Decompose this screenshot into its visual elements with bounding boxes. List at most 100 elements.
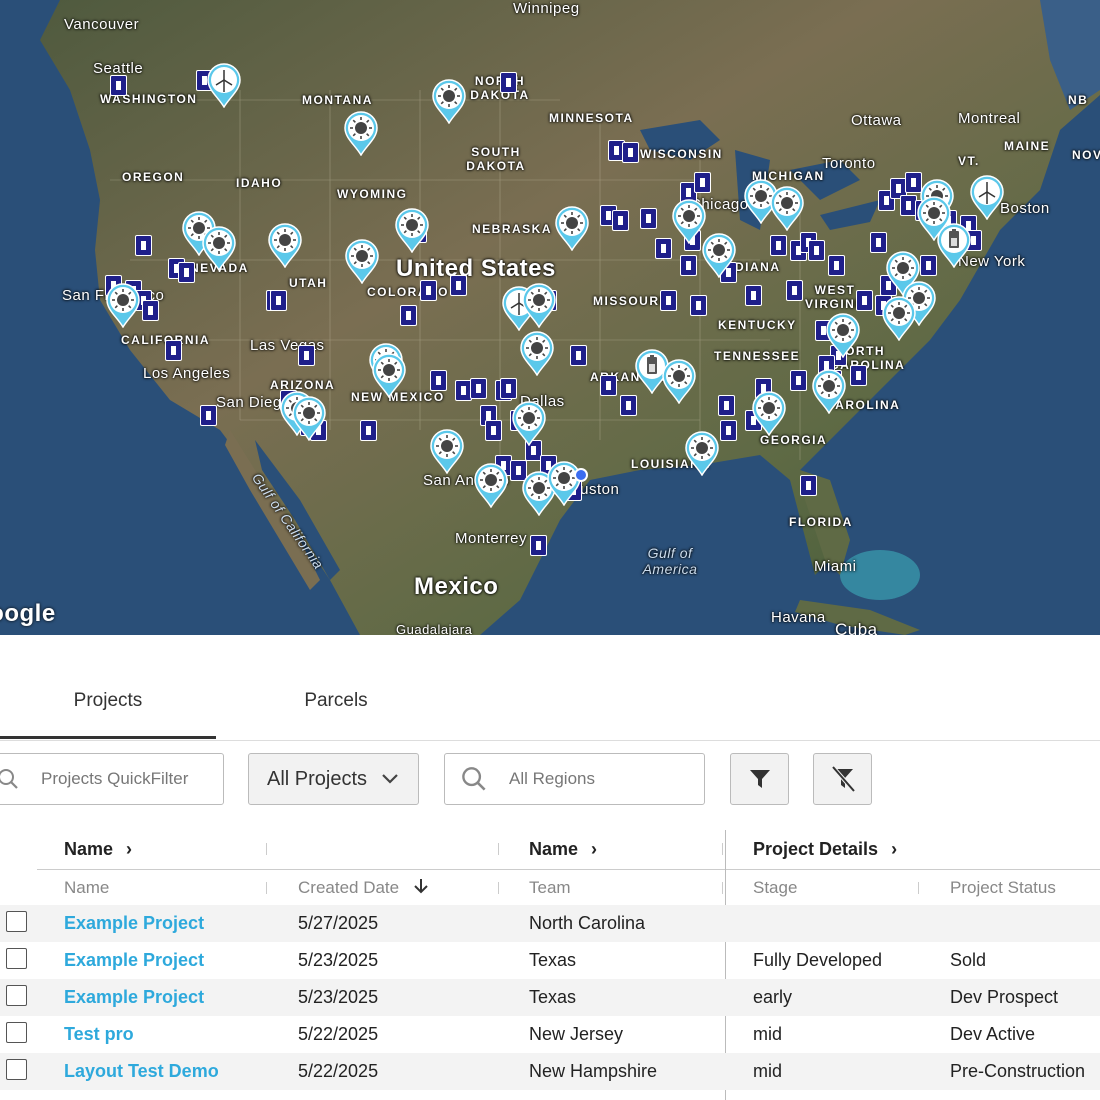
building-marker-icon[interactable] <box>420 280 437 301</box>
column-resize-handle[interactable] <box>722 843 723 855</box>
building-marker-icon[interactable] <box>200 405 217 426</box>
row-checkbox[interactable] <box>6 948 27 969</box>
column-header-created-date[interactable]: Created Date <box>298 878 428 899</box>
solar-pin-icon[interactable] <box>545 460 583 507</box>
solar-pin-icon[interactable] <box>660 358 698 405</box>
solar-pin-icon[interactable] <box>700 232 738 279</box>
column-resize-handle[interactable] <box>918 882 919 894</box>
building-marker-icon[interactable] <box>360 420 377 441</box>
building-marker-icon[interactable] <box>500 72 517 93</box>
solar-pin-icon[interactable] <box>343 238 381 285</box>
solar-pin-icon[interactable] <box>750 390 788 437</box>
regions-filter[interactable] <box>444 753 705 805</box>
column-resize-handle[interactable] <box>498 882 499 894</box>
filter-button[interactable] <box>730 753 789 805</box>
solar-pin-icon[interactable] <box>824 312 862 359</box>
building-marker-icon[interactable] <box>298 345 315 366</box>
column-resize-handle[interactable] <box>266 843 267 855</box>
battery-pin-icon[interactable] <box>935 222 973 269</box>
building-marker-icon[interactable] <box>690 295 707 316</box>
clear-filter-button[interactable] <box>813 753 872 805</box>
building-marker-icon[interactable] <box>178 262 195 283</box>
row-checkbox[interactable] <box>6 1059 27 1080</box>
solar-pin-icon[interactable] <box>510 400 548 447</box>
solar-pin-icon[interactable] <box>520 282 558 329</box>
row-checkbox[interactable] <box>6 985 27 1006</box>
wind-pin-icon[interactable] <box>205 62 243 109</box>
projects-quickfilter[interactable] <box>0 753 224 805</box>
project-map[interactable]: Vancouver Winnipeg Seattle WASHINGTON MO… <box>0 0 1100 635</box>
group-header-name-2[interactable]: Name › <box>529 839 597 860</box>
solar-pin-icon[interactable] <box>472 462 510 509</box>
table-row[interactable]: Layout Test Demo 5/22/2025 New Hampshire… <box>0 1053 1100 1090</box>
column-header-name[interactable]: Name <box>64 878 109 898</box>
building-marker-icon[interactable] <box>786 280 803 301</box>
column-header-project-status[interactable]: Project Status <box>950 878 1056 898</box>
table-row[interactable]: Test pro 5/22/2025 New Jersey mid Dev Ac… <box>0 1016 1100 1053</box>
solar-pin-icon[interactable] <box>104 282 142 329</box>
solar-pin-icon[interactable] <box>342 110 380 157</box>
solar-pin-icon[interactable] <box>768 185 806 232</box>
building-marker-icon[interactable] <box>430 370 447 391</box>
table-row[interactable]: Example Project 5/23/2025 Texas early De… <box>0 979 1100 1016</box>
solar-pin-icon[interactable] <box>428 428 466 475</box>
building-marker-icon[interactable] <box>694 172 711 193</box>
building-marker-icon[interactable] <box>808 240 825 261</box>
row-checkbox[interactable] <box>6 1022 27 1043</box>
solar-pin-icon[interactable] <box>553 205 591 252</box>
project-name-link[interactable]: Example Project <box>64 987 204 1008</box>
column-header-stage[interactable]: Stage <box>753 878 797 898</box>
building-marker-icon[interactable] <box>622 142 639 163</box>
building-marker-icon[interactable] <box>600 375 617 396</box>
building-marker-icon[interactable] <box>720 420 737 441</box>
solar-pin-icon[interactable] <box>200 225 238 272</box>
building-marker-icon[interactable] <box>400 305 417 326</box>
building-marker-icon[interactable] <box>718 395 735 416</box>
column-header-team[interactable]: Team <box>529 878 571 898</box>
solar-pin-icon[interactable] <box>266 222 304 269</box>
building-marker-icon[interactable] <box>790 370 807 391</box>
building-marker-icon[interactable] <box>850 365 867 386</box>
quickfilter-input[interactable] <box>39 768 213 790</box>
column-resize-handle[interactable] <box>266 882 267 894</box>
building-marker-icon[interactable] <box>770 235 787 256</box>
building-marker-icon[interactable] <box>640 208 657 229</box>
column-resize-handle[interactable] <box>722 882 723 894</box>
row-checkbox[interactable] <box>6 911 27 932</box>
solar-pin-icon[interactable] <box>430 78 468 125</box>
building-marker-icon[interactable] <box>142 300 159 321</box>
tab-parcels[interactable]: Parcels <box>300 690 372 712</box>
wind-pin-icon[interactable] <box>968 174 1006 221</box>
building-marker-icon[interactable] <box>620 395 637 416</box>
table-row[interactable]: Example Project 5/27/2025 North Carolina <box>0 905 1100 942</box>
column-resize-handle[interactable] <box>498 843 499 855</box>
regions-input[interactable] <box>507 768 681 790</box>
building-marker-icon[interactable] <box>745 285 762 306</box>
project-name-link[interactable]: Example Project <box>64 913 204 934</box>
building-marker-icon[interactable] <box>485 420 502 441</box>
building-marker-icon[interactable] <box>570 345 587 366</box>
project-name-link[interactable]: Test pro <box>64 1024 134 1045</box>
building-marker-icon[interactable] <box>530 535 547 556</box>
solar-pin-icon[interactable] <box>683 430 721 477</box>
table-row[interactable]: Example Project 5/23/2025 Texas Fully De… <box>0 942 1100 979</box>
building-marker-icon[interactable] <box>270 290 287 311</box>
group-header-project-details[interactable]: Project Details › <box>753 839 897 860</box>
solar-pin-icon[interactable] <box>393 207 431 254</box>
solar-pin-icon[interactable] <box>290 395 328 442</box>
solar-pin-icon[interactable] <box>518 330 556 377</box>
solar-pin-icon[interactable] <box>880 295 918 342</box>
solar-pin-icon[interactable] <box>810 368 848 415</box>
building-marker-icon[interactable] <box>800 475 817 496</box>
solar-pin-icon[interactable] <box>370 352 408 399</box>
building-marker-icon[interactable] <box>470 378 487 399</box>
building-marker-icon[interactable] <box>612 210 629 231</box>
building-marker-icon[interactable] <box>110 75 127 96</box>
project-name-link[interactable]: Example Project <box>64 950 204 971</box>
building-marker-icon[interactable] <box>856 290 873 311</box>
building-marker-icon[interactable] <box>450 275 467 296</box>
building-marker-icon[interactable] <box>828 255 845 276</box>
tab-projects[interactable]: Projects <box>0 690 216 712</box>
group-header-name[interactable]: Name › <box>64 839 132 860</box>
building-marker-icon[interactable] <box>135 235 152 256</box>
